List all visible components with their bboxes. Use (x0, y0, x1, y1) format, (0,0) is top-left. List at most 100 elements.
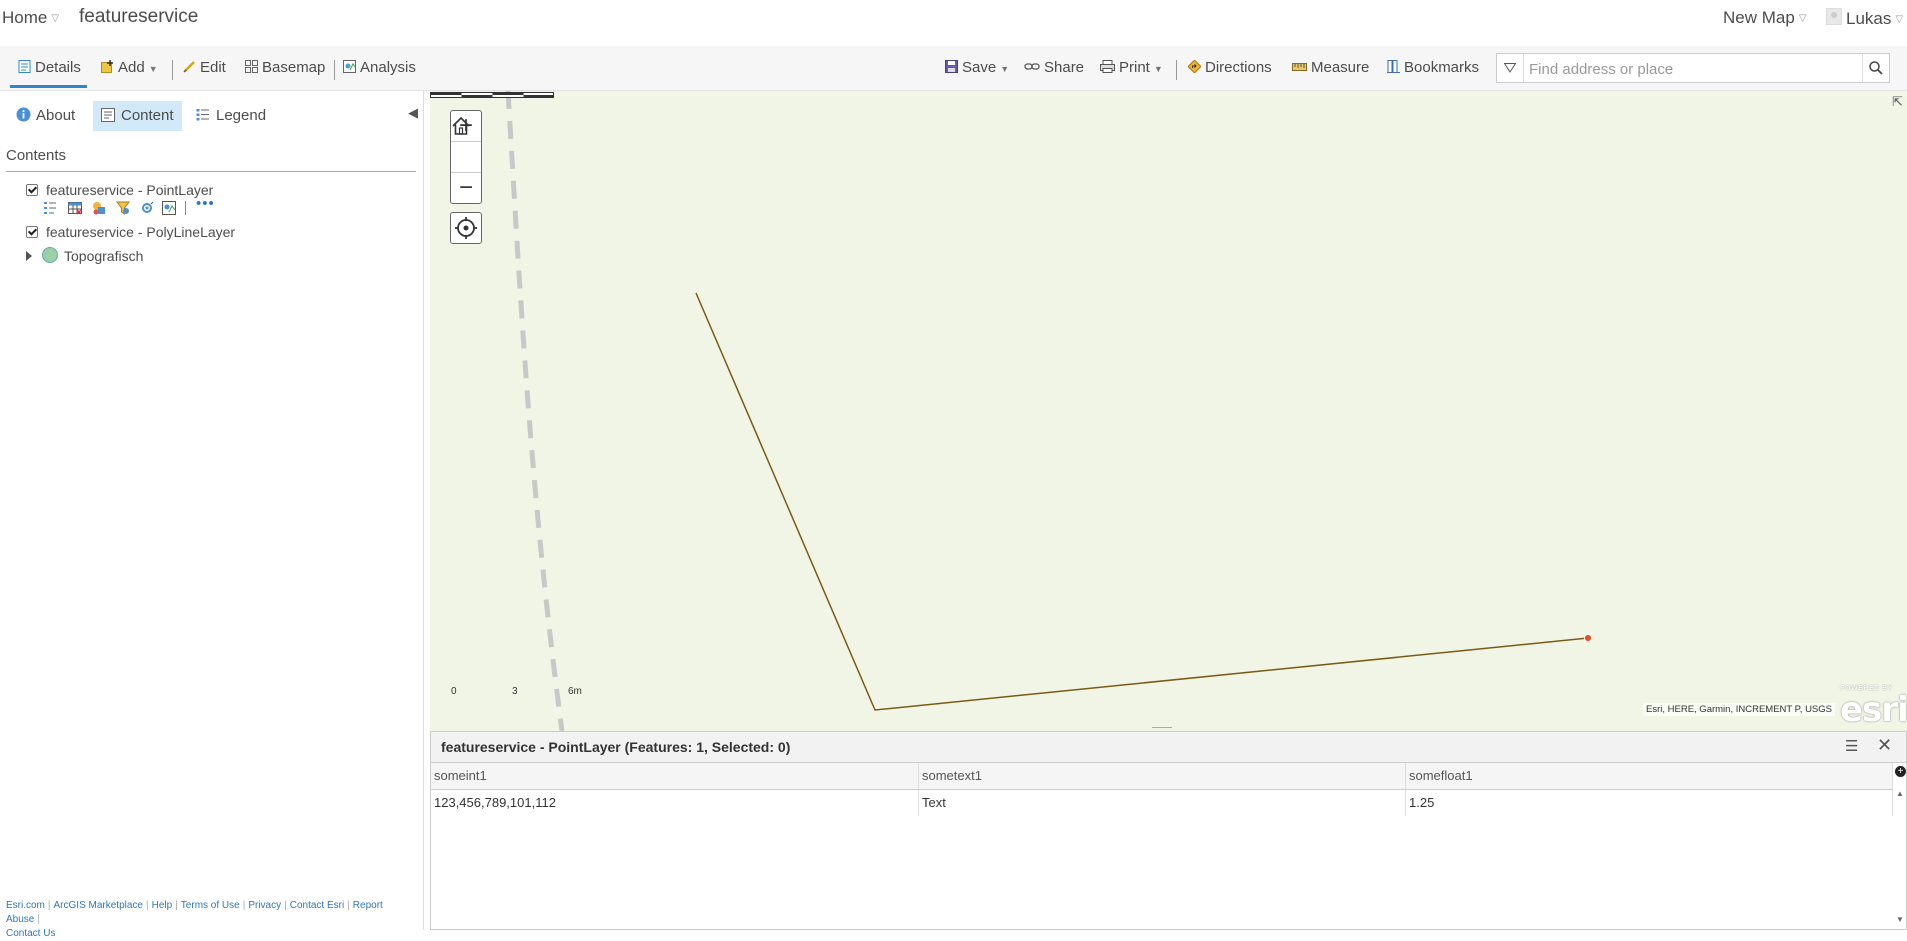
content-icon (101, 108, 115, 122)
new-map-menu[interactable]: New Map ▽ (1723, 8, 1807, 28)
chevron-down-icon: ▽ (51, 13, 60, 24)
scale-label: 3 (512, 686, 518, 697)
home-menu[interactable]: Home ▽ (2, 8, 59, 28)
table-row[interactable]: 123,456,789,101,112 Text 1.25 (431, 790, 1893, 816)
home-icon (452, 116, 470, 135)
analysis-icon[interactable] (140, 201, 154, 215)
map-canvas (505, 91, 1592, 731)
print-button[interactable]: Print ▼ (1100, 46, 1163, 90)
close-table-button[interactable]: ✕ (1877, 735, 1892, 756)
table-cell: Text (919, 790, 1406, 816)
map-attribution: Esri, HERE, Garmin, INCREMENT P, USGS (1643, 703, 1835, 716)
footer-links: Esri.com | ArcGIS Marketplace | Help | Terms o… (6, 899, 406, 941)
save-label: Save (962, 59, 997, 76)
pencil-icon (183, 61, 195, 73)
layer-visibility-checkbox[interactable] (26, 184, 38, 196)
save-button[interactable]: Save ▼ (945, 46, 1009, 90)
tab-about[interactable]: About (8, 101, 83, 131)
scroll-up-icon[interactable]: ▲ (1896, 789, 1904, 798)
expand-map-icon[interactable]: ⇱ (1892, 94, 1903, 110)
tab-content[interactable]: Content (93, 101, 182, 131)
column-header-sometext1[interactable]: sometext1 (919, 763, 1406, 789)
link-icon (1024, 63, 1040, 70)
table-scrollbar[interactable]: ▲ ▼ (1894, 789, 1906, 929)
map-road-line (505, 91, 565, 731)
map-view[interactable]: + − 0 3 6m ⇱ Esri, HERE, Garmin, INCREME… (430, 91, 1907, 731)
table-options-button[interactable]: ☰ (1845, 737, 1858, 755)
details-button[interactable]: Details (18, 46, 81, 90)
footer-link-privacy[interactable]: Privacy (248, 900, 281, 911)
triangle-left-icon: ◀ (408, 105, 418, 120)
info-icon (16, 107, 31, 122)
column-header-someint1[interactable]: someint1 (431, 763, 919, 789)
zoom-control: + − (450, 110, 482, 204)
analysis-icon (343, 60, 356, 73)
column-header-somefloat1[interactable]: somefloat1 (1406, 763, 1893, 789)
analysis-button[interactable]: Analysis (343, 46, 416, 90)
footer-link-esri[interactable]: Esri.com (6, 900, 45, 911)
separator: | (146, 900, 149, 911)
measure-button[interactable]: Measure (1292, 46, 1369, 90)
bookmark-icon (1387, 60, 1400, 73)
share-button[interactable]: Share (1024, 46, 1084, 90)
basemap-button[interactable]: Basemap (245, 46, 325, 90)
point-feature[interactable] (1584, 634, 1592, 642)
caret-down-icon: ▼ (1000, 64, 1010, 74)
home-extent-button[interactable] (451, 116, 481, 173)
footer-link-terms[interactable]: Terms of Use (181, 900, 240, 911)
layer-visibility-checkbox[interactable] (26, 226, 38, 238)
footer-link-help[interactable]: Help (152, 900, 173, 911)
separator: | (284, 900, 287, 911)
close-icon: ✕ (1877, 735, 1893, 755)
layer-name: featureservice - PolyLineLayer (46, 224, 236, 240)
layer-item-basemap[interactable]: Topografisch (26, 247, 143, 264)
edit-label: Edit (200, 59, 226, 76)
zoom-out-button[interactable]: − (451, 173, 481, 203)
layer-item-pointlayer[interactable]: featureservice - PointLayer (26, 182, 213, 198)
table-cell: 1.25 (1406, 790, 1893, 816)
change-style-icon[interactable] (92, 201, 106, 215)
separator: | (175, 900, 178, 911)
filter-icon[interactable] (116, 201, 130, 215)
attribute-table-header: featureservice - PointLayer (Features: 1… (431, 732, 1906, 763)
bookmarks-button[interactable]: Bookmarks (1387, 46, 1479, 90)
scroll-down-icon[interactable]: ▼ (1896, 915, 1904, 924)
funnel-icon (1503, 63, 1517, 73)
search-source-dropdown[interactable] (1497, 54, 1524, 82)
user-menu[interactable]: Lukas ▽ (1826, 8, 1903, 29)
collapse-panel-button[interactable]: ◀ (408, 105, 418, 121)
table-cell: 123,456,789,101,112 (431, 790, 919, 816)
basemap-globe-icon (42, 247, 58, 263)
attribute-table-icon[interactable] (68, 201, 82, 215)
more-options-icon[interactable]: ••• (196, 195, 215, 212)
analysis-label: Analysis (360, 59, 416, 76)
locate-button[interactable] (450, 212, 482, 244)
edit-button[interactable]: Edit (183, 46, 226, 90)
map-viewer-icon[interactable] (162, 201, 176, 215)
basemap-icon (245, 60, 258, 73)
caret-down-icon: ▼ (148, 64, 158, 74)
add-button[interactable]: Add ▼ (101, 46, 158, 90)
table-column-headers: someint1 sometext1 somefloat1 (431, 763, 1893, 790)
directions-button[interactable]: Directions (1188, 46, 1272, 90)
top-header: Home ▽ featureservice New Map ▽ Lukas ▽ (0, 0, 1907, 46)
panel-splitter[interactable] (424, 500, 428, 520)
divider (1176, 60, 1177, 80)
search-button[interactable] (1862, 54, 1889, 82)
separator: | (242, 900, 246, 911)
esri-logo-text: esri (1840, 690, 1907, 730)
tab-legend[interactable]: Legend (188, 101, 274, 131)
add-column-icon[interactable]: + (1895, 766, 1906, 777)
polyline-feature[interactable] (695, 292, 1589, 711)
footer-link-marketplace[interactable]: ArcGIS Marketplace (54, 900, 143, 911)
layer-legend-icon[interactable] (44, 201, 58, 215)
measure-icon (1292, 63, 1307, 71)
share-label: Share (1044, 59, 1085, 76)
footer-link-contact-esri[interactable]: Contact Esri (290, 900, 344, 911)
layer-item-polylinelayer[interactable]: featureservice - PolyLineLayer (26, 224, 235, 240)
search-input[interactable] (1527, 56, 1851, 82)
expand-triangle-icon[interactable] (26, 251, 32, 261)
esri-logo[interactable]: POWERED BY esri (1840, 685, 1907, 730)
divider (172, 60, 173, 80)
left-panel: About Content Legend ◀ Contents features… (0, 91, 424, 939)
